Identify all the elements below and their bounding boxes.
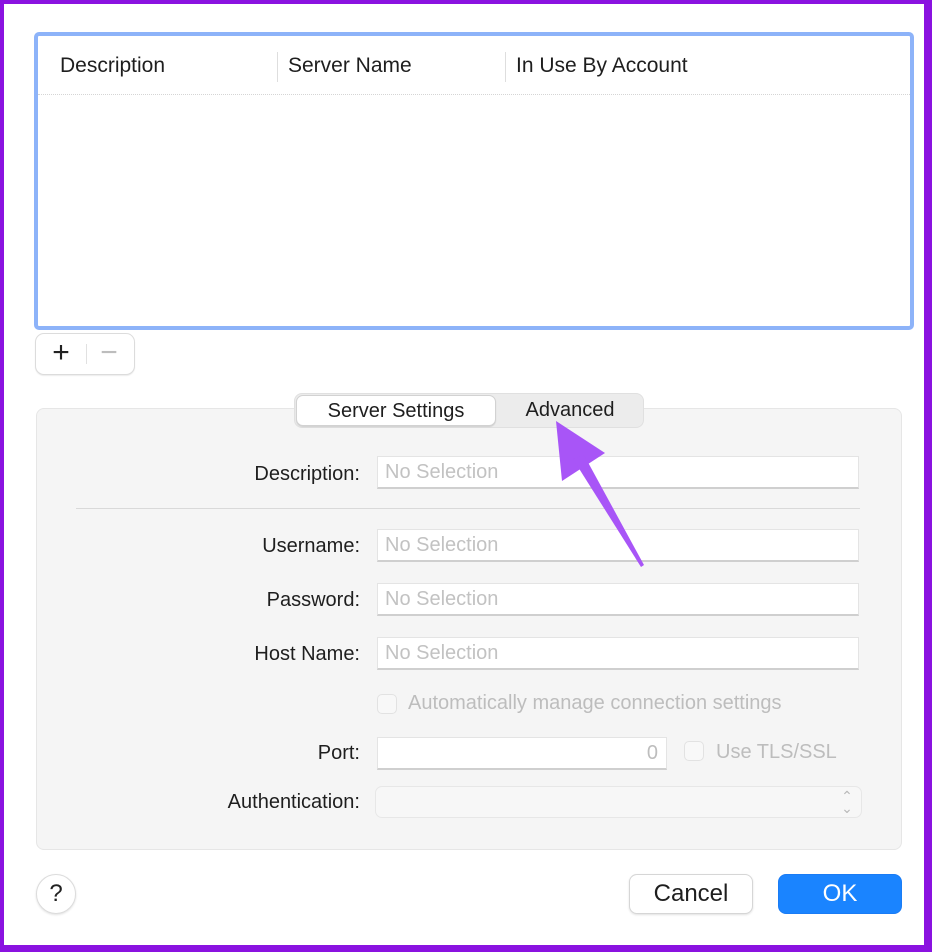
username-label: Username: (262, 535, 360, 557)
settings-tab-control: Server Settings Advanced (294, 393, 644, 428)
auto-manage-label: Automatically manage connection settings (408, 692, 782, 714)
auto-manage-checkbox[interactable] (377, 694, 397, 714)
column-header-description[interactable]: Description (60, 50, 165, 82)
port-label: Port: (317, 742, 360, 764)
up-down-chevron-icon: ⌃ ⌄ (841, 788, 853, 816)
description-field[interactable]: No Selection (377, 456, 859, 489)
cancel-button[interactable]: Cancel (629, 874, 753, 914)
smtp-server-list-dialog: Description Server Name In Use By Accoun… (4, 4, 924, 945)
divider (86, 344, 87, 364)
authentication-popup[interactable]: ⌃ ⌄ (375, 786, 862, 818)
authentication-label: Authentication: (227, 791, 360, 813)
ok-button[interactable]: OK (778, 874, 902, 914)
form-divider (76, 508, 860, 509)
column-header-server-name[interactable]: Server Name (288, 50, 412, 82)
tab-advanced[interactable]: Advanced (501, 394, 639, 427)
username-field[interactable]: No Selection (377, 529, 859, 562)
use-tls-checkbox[interactable] (684, 741, 704, 761)
password-field[interactable]: No Selection (377, 583, 859, 616)
use-tls-label: Use TLS/SSL (716, 741, 837, 763)
password-label: Password: (266, 589, 360, 611)
column-header-in-use-by-account[interactable]: In Use By Account (516, 50, 688, 82)
remove-server-button[interactable]: − (94, 337, 124, 371)
host-name-field[interactable]: No Selection (377, 637, 859, 670)
help-button[interactable]: ? (36, 874, 76, 914)
column-separator[interactable] (505, 52, 506, 82)
column-separator[interactable] (277, 52, 278, 82)
add-remove-control: + − (35, 333, 135, 375)
server-table[interactable]: Description Server Name In Use By Accoun… (34, 32, 914, 330)
description-label: Description: (254, 463, 360, 485)
add-server-button[interactable]: + (46, 337, 76, 371)
host-name-label: Host Name: (254, 643, 360, 665)
tab-server-settings[interactable]: Server Settings (296, 395, 496, 426)
table-header: Description Server Name In Use By Accoun… (38, 36, 910, 95)
port-field[interactable]: 0 (377, 737, 667, 770)
